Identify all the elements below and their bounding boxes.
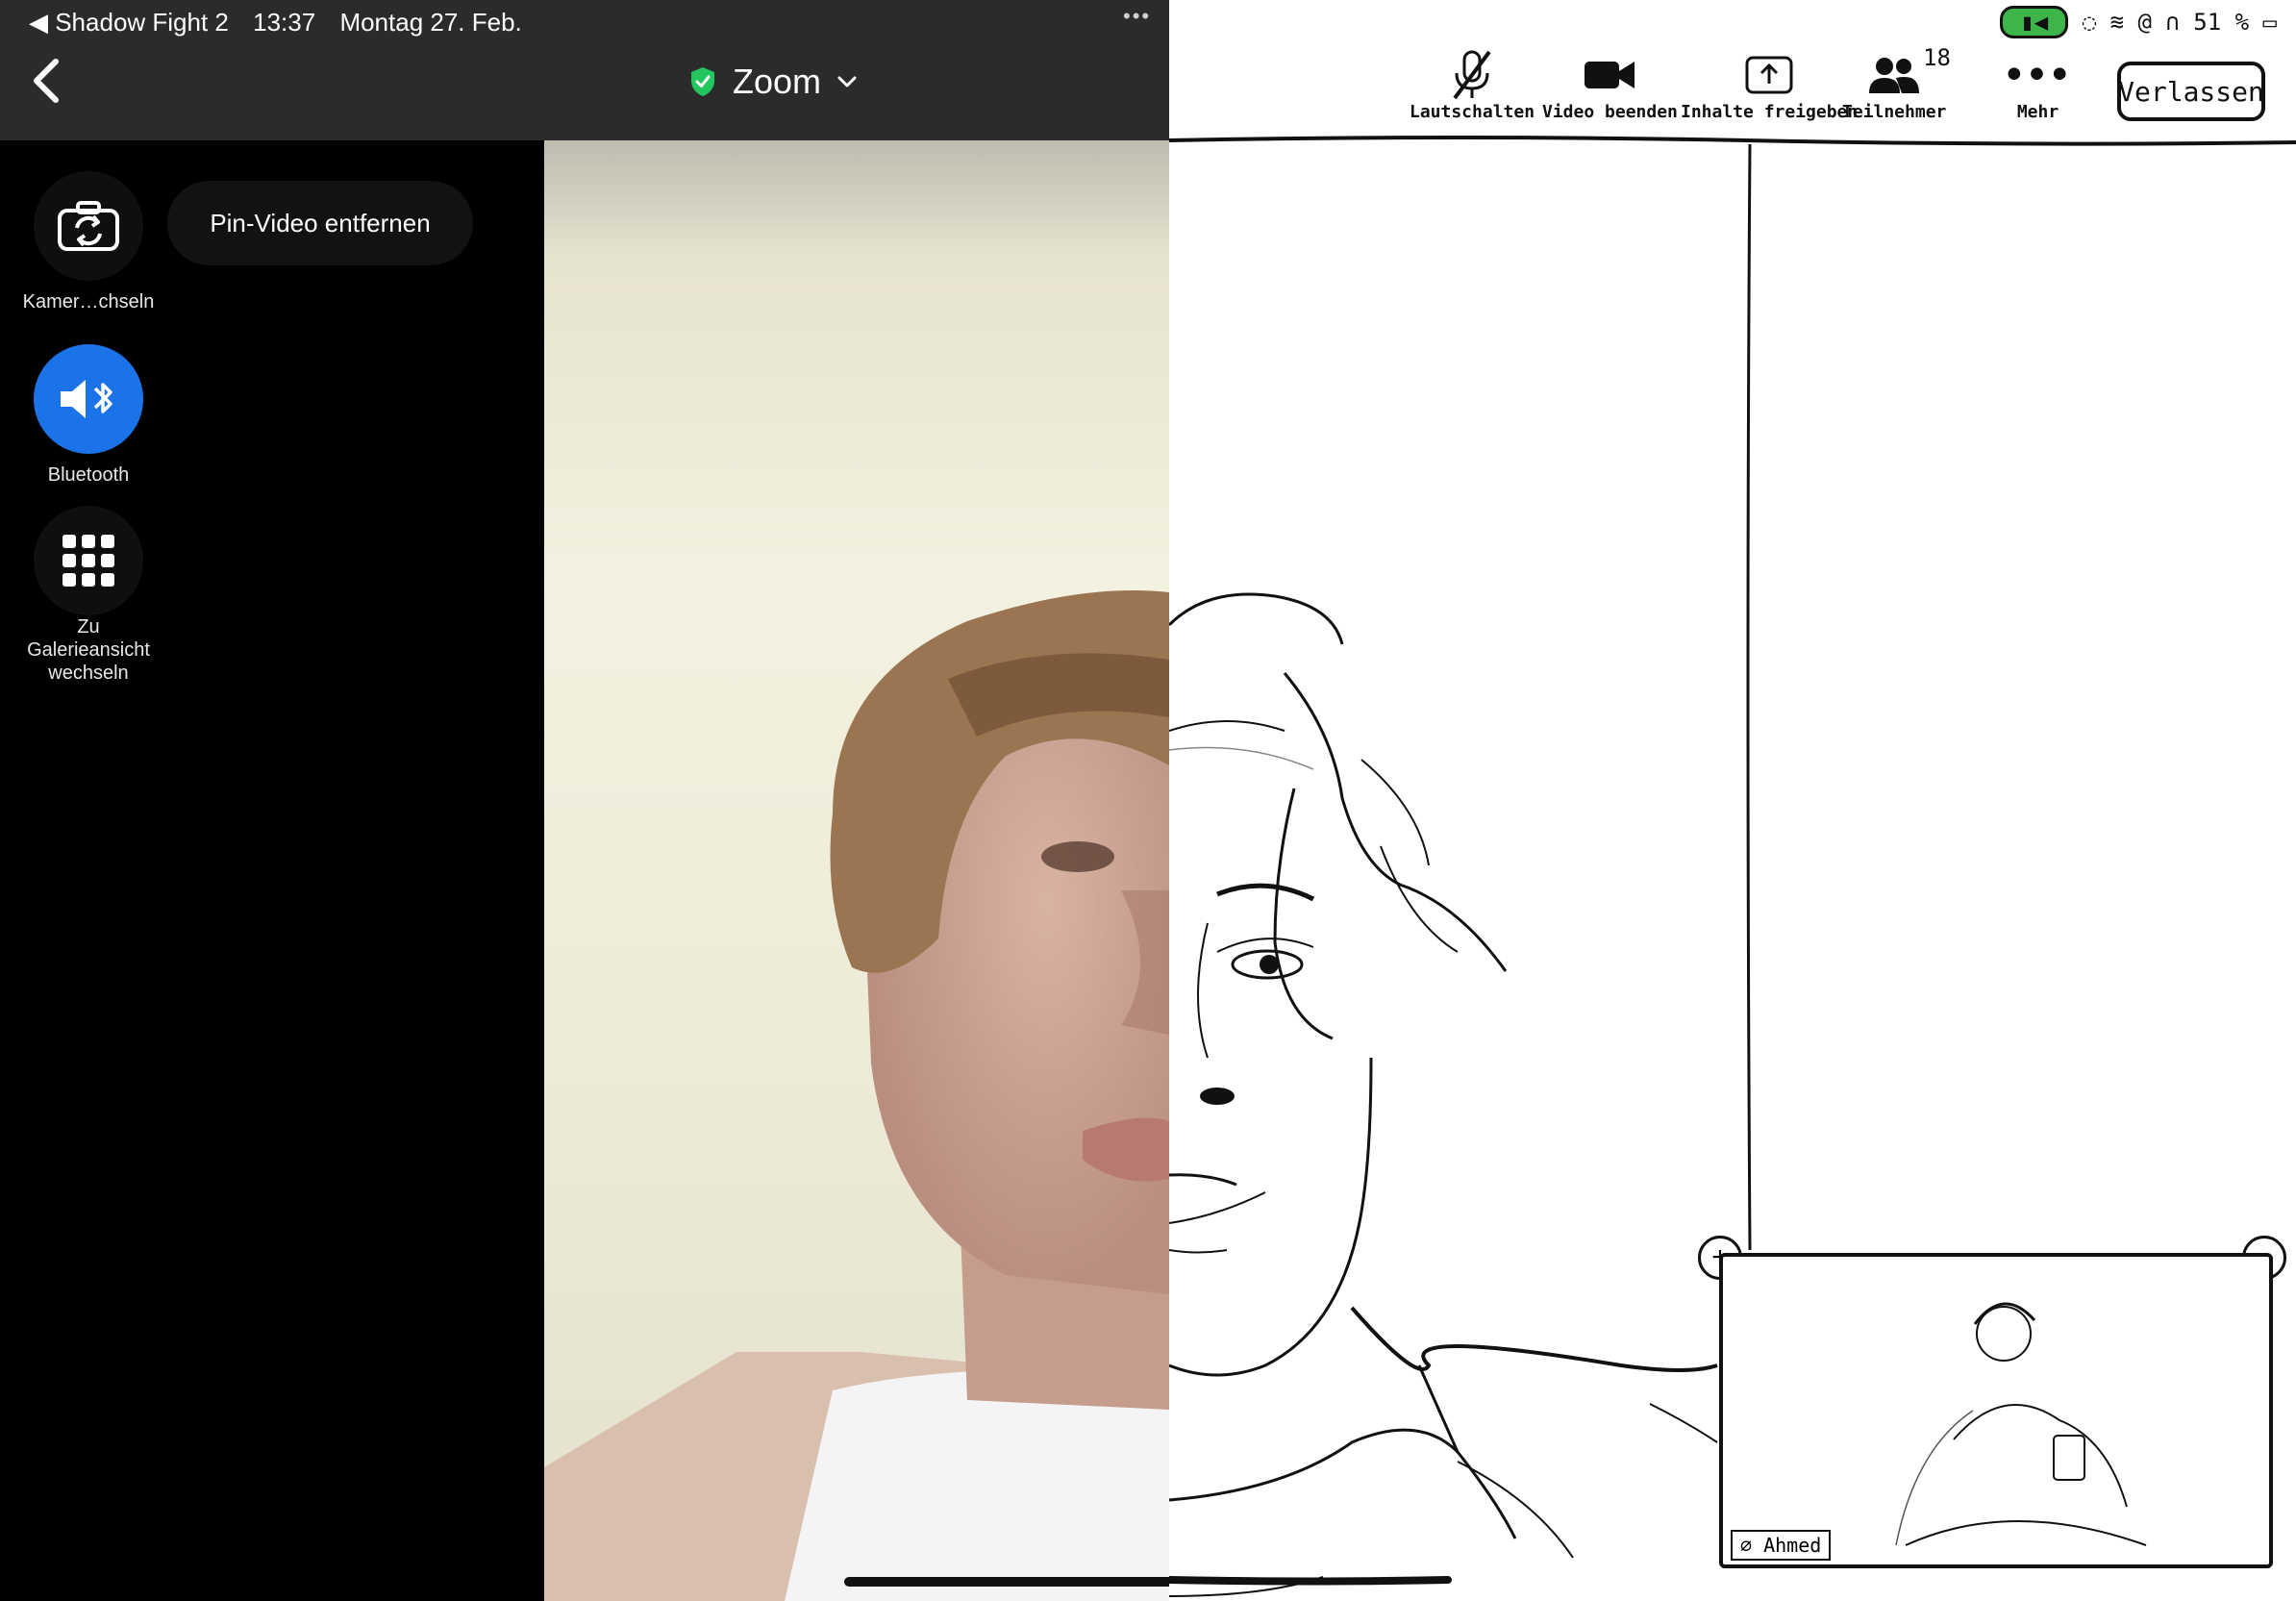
camera-switch-icon <box>58 201 119 251</box>
top-bar: ◀ Shadow Fight 2 13:37 Montag 27. Feb. •… <box>0 0 1169 140</box>
speaker-bluetooth-icon <box>61 380 112 418</box>
gallery-label-line-3: wechseln <box>48 663 129 684</box>
status-date: Montag 27. Feb. <box>339 8 522 37</box>
zoom-sketch-half: ▮◀ ◌ ≋ @ ∩ 51 % ▭ Lautschalten Video bee… <box>1169 0 2296 1601</box>
self-view-sketch <box>1895 1302 2147 1546</box>
zoom-real-half: ◀ Shadow Fight 2 13:37 Montag 27. Feb. •… <box>0 0 1169 1601</box>
bluetooth-label: Bluetooth <box>47 464 130 486</box>
person-video-image <box>544 590 1169 1601</box>
remove-pin-video-button[interactable]: Pin-Video entfernen <box>167 181 473 265</box>
gallery-view-label: Zu Galerieansicht wechseln <box>2 615 175 685</box>
grid-icon <box>62 535 114 587</box>
chevron-left-icon <box>34 59 59 103</box>
shield-check-icon <box>691 67 714 96</box>
chevron-down-icon <box>837 76 857 88</box>
back-button[interactable] <box>27 54 65 108</box>
bluetooth-audio-button[interactable] <box>34 344 143 454</box>
active-speaker-video <box>544 140 1169 1601</box>
switch-camera-button[interactable] <box>34 171 143 281</box>
gallery-label-line-1: Zu <box>77 616 100 638</box>
microphone-muted-icon: ⌀ <box>1740 1534 1753 1557</box>
back-to-app-link[interactable]: ◀ Shadow Fight 2 <box>29 8 229 37</box>
gallery-view-button[interactable] <box>34 506 143 615</box>
switch-camera-label: Kamer…chseln <box>22 291 155 313</box>
gallery-label-line-2: Galerieansicht <box>27 639 150 661</box>
self-view-pip[interactable]: ⌀ Ahmed <box>1719 1253 2273 1568</box>
multitasking-dots-icon[interactable]: ••• <box>1123 4 1151 29</box>
home-indicator <box>844 1577 1169 1587</box>
pip-participant-name: ⌀ Ahmed <box>1731 1530 1832 1561</box>
status-bar: ◀ Shadow Fight 2 13:37 Montag 27. Feb. <box>29 8 539 38</box>
meeting-title-dropdown[interactable]: Zoom <box>688 62 858 102</box>
meeting-title: Zoom <box>733 62 822 101</box>
status-time: 13:37 <box>253 8 316 37</box>
pip-participant-label: Ahmed <box>1763 1534 1822 1557</box>
